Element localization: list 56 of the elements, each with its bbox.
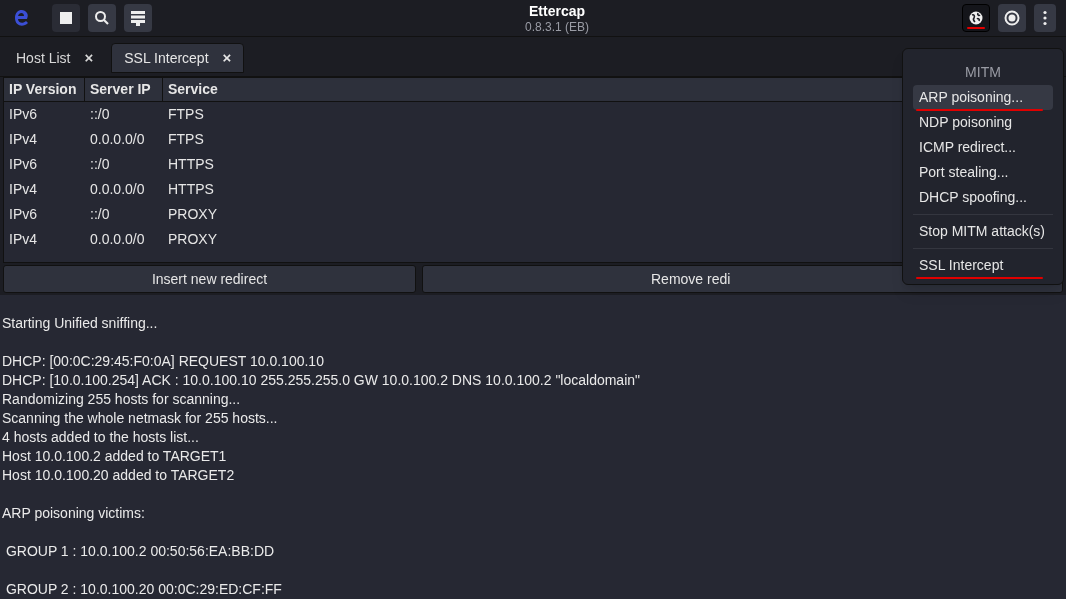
table-cell-text: 0.0.0.0/0 xyxy=(89,180,146,199)
table-cell-text: FTPS xyxy=(167,130,205,149)
log-line: DHCP: [00:0C:29:45:F0:0A] REQUEST 10.0.100.10 xyxy=(2,352,324,371)
search-button[interactable] xyxy=(88,4,116,32)
table-cell-text: HTTPS xyxy=(167,155,215,174)
stop-button[interactable] xyxy=(52,4,80,32)
table-cell-text: 0.0.0.0/0 xyxy=(89,130,146,149)
table-cell-text: ::/0 xyxy=(89,155,111,174)
menu-item[interactable]: ARP poisoning... xyxy=(913,85,1053,110)
table-cell-text: IPv6 xyxy=(8,155,38,174)
tab[interactable]: Host List × xyxy=(4,43,106,73)
record-button[interactable] xyxy=(998,4,1026,32)
table-cell-text: PROXY xyxy=(167,230,218,249)
insert-redirect-button[interactable]: Insert new redirect xyxy=(3,265,416,293)
window-subtitle: 0.8.3.1 (EB) xyxy=(525,20,589,33)
underline-mark xyxy=(967,27,985,29)
log-line: Host 10.0.100.20 added to TARGET2 xyxy=(2,466,235,485)
tab[interactable]: SSL Intercept × xyxy=(111,43,245,73)
record-icon xyxy=(1004,10,1020,26)
table-cell-text: FTPS xyxy=(167,105,205,124)
menu-item[interactable]: ICMP redirect... xyxy=(913,135,1053,160)
window-title: Ettercap xyxy=(529,3,585,18)
globe-icon xyxy=(968,10,984,26)
log-line: Starting Unified sniffing... xyxy=(2,314,158,333)
table-cell-text: ::/0 xyxy=(89,205,111,224)
search-icon xyxy=(94,10,110,26)
log-line: GROUP 2 : 10.0.100.20 00:0C:29:ED:CF:FF xyxy=(2,580,282,599)
table-cell-text: 0.0.0.0/0 xyxy=(89,230,146,249)
table-cell-text: IPv4 xyxy=(8,230,38,249)
table-cell-text: PROXY xyxy=(167,205,218,224)
server-icon xyxy=(130,10,146,26)
menu-item[interactable]: NDP poisoning xyxy=(913,110,1053,135)
log-line: Host 10.0.100.2 added to TARGET1 xyxy=(2,447,227,466)
table-cell-text: IPv4 xyxy=(8,180,38,199)
more-button[interactable] xyxy=(1034,4,1056,32)
stop-icon xyxy=(60,12,72,24)
log-line: DHCP: [10.0.100.254] ACK : 10.0.100.10 255.255.255.0 GW 10.0.100.2 DNS 10.0.100.2 "localdomain" xyxy=(2,371,641,390)
table-cell-text: ::/0 xyxy=(89,105,111,124)
server-button[interactable] xyxy=(124,4,152,32)
table-cell-text: IPv6 xyxy=(8,105,38,124)
menu-item[interactable]: DHCP spoofing... xyxy=(913,185,1053,210)
menu-item[interactable]: Stop MITM attack(s) xyxy=(913,219,1053,244)
log-line: GROUP 1 : 10.0.100.2 00:50:56:EA:BB:DD xyxy=(4,542,275,561)
menu-item[interactable]: Port stealing... xyxy=(913,160,1053,185)
table-cell-text: IPv4 xyxy=(8,130,38,149)
table-cell-text: IPv6 xyxy=(8,205,38,224)
log-line: ARP poisoning victims: xyxy=(2,504,145,523)
close-button[interactable]: × xyxy=(222,46,232,70)
column-header[interactable]: Server IP xyxy=(85,78,163,101)
log-line: Scanning the whole netmask for 255 hosts... xyxy=(2,409,278,428)
network-button[interactable] xyxy=(962,4,990,32)
close-button[interactable]: × xyxy=(84,46,94,70)
column-header[interactable]: IP Version xyxy=(4,78,85,101)
log-line: Randomizing 255 hosts for scanning... xyxy=(2,390,241,409)
log-line: 4 hosts added to the hosts list... xyxy=(2,428,199,447)
table-cell-text: HTTPS xyxy=(167,180,215,199)
